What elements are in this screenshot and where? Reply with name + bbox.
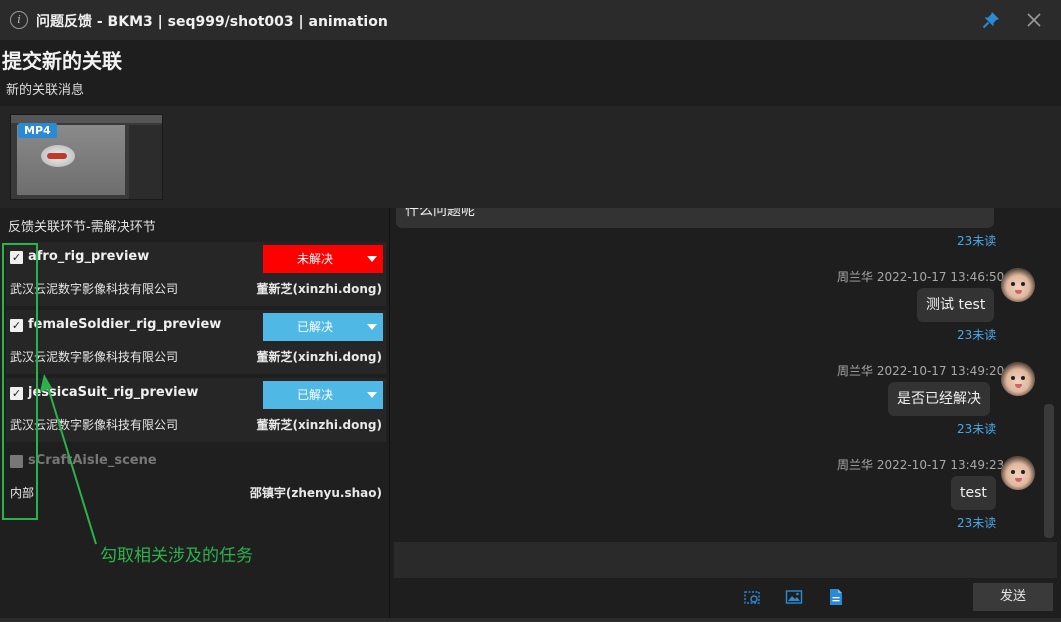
task-checkbox[interactable]: ✓ <box>10 319 23 332</box>
message-input[interactable] <box>394 542 1057 578</box>
chevron-down-icon <box>367 256 377 262</box>
chevron-down-icon <box>367 392 377 398</box>
thumbnail-sidepanel <box>129 125 162 199</box>
task-company: 武汉云泥数字影像科技有限公司 <box>10 350 179 364</box>
chat-bubble: test <box>951 476 996 510</box>
title-bar: i 问题反馈 - BKM3 | seq999/shot003 | animati… <box>0 0 1061 40</box>
message-meta: 周兰华 2022-10-17 13:46:50 <box>837 270 1005 284</box>
avatar <box>1001 456 1035 490</box>
image-icon[interactable] <box>785 588 803 606</box>
task-checkbox[interactable]: ✓ <box>10 251 23 264</box>
task-name: sCraftAisle_scene <box>28 453 157 468</box>
task-checkbox[interactable] <box>10 455 23 468</box>
window-title: 问题反馈 - BKM3 | seq999/shot003 | animation <box>36 14 388 30</box>
task-checkbox[interactable]: ✓ <box>10 387 23 400</box>
status-dropdown[interactable]: 已解决 <box>263 381 383 409</box>
unread-count[interactable]: 23未读 <box>957 326 996 343</box>
chat-bubble: 什么问题呢 <box>396 208 994 228</box>
task-assignee: 董新芝(xinzhi.dong) <box>256 350 382 364</box>
task-item: ✓ femaleSoldier_rig_preview 已解决 武汉云泥数字影像… <box>6 310 386 374</box>
task-assignee: 董新芝(xinzhi.dong) <box>256 282 382 296</box>
task-item: ✓ afro_rig_preview 未解决 武汉云泥数字影像科技有限公司 董新… <box>6 242 386 306</box>
chevron-down-icon <box>367 324 377 330</box>
avatar <box>1001 362 1035 396</box>
status-dropdown[interactable]: 未解决 <box>263 245 383 273</box>
page-title: 提交新的关联 <box>2 49 122 73</box>
file-icon[interactable] <box>827 588 845 606</box>
task-company: 武汉云泥数字影像科技有限公司 <box>10 418 179 432</box>
task-company: 内部 <box>10 486 35 500</box>
video-thumbnail[interactable]: MP4 <box>10 114 163 200</box>
task-item: sCraftAisle_scene 内部 邵镇宇(zhenyu.shao) <box>6 446 386 510</box>
unread-count[interactable]: 23未读 <box>957 232 996 249</box>
task-company: 武汉云泥数字影像科技有限公司 <box>10 282 179 296</box>
pin-icon[interactable] <box>981 10 1001 30</box>
thumbnail-object-detail <box>47 153 67 159</box>
screenshot-icon[interactable] <box>743 588 761 606</box>
thumbnail-menubar <box>11 115 162 123</box>
unread-count[interactable]: 23未读 <box>957 514 996 531</box>
status-dropdown[interactable]: 已解决 <box>263 313 383 341</box>
unread-count[interactable]: 23未读 <box>957 420 996 437</box>
annotation-text: 勾取相关涉及的任务 <box>100 546 253 566</box>
window-bottom-edge <box>0 618 1061 622</box>
status-label: 已解决 <box>296 388 333 402</box>
attachment-area: MP4 <box>0 106 1061 208</box>
chat-bubble: 是否已经解决 <box>888 382 990 416</box>
task-item: ✓ jessicaSuit_rig_preview 已解决 武汉云泥数字影像科技… <box>6 378 386 442</box>
message-meta: 周兰华 2022-10-17 13:49:20 <box>837 364 1005 378</box>
message-label: 新的关联消息 <box>6 83 85 98</box>
avatar <box>1001 268 1035 302</box>
status-label: 已解决 <box>296 320 333 334</box>
info-icon: i <box>10 11 28 29</box>
send-button[interactable]: 发送 <box>973 583 1053 611</box>
task-name: afro_rig_preview <box>28 249 150 264</box>
task-assignee: 邵镇宇(zhenyu.shao) <box>249 486 382 500</box>
chat-scrollbar[interactable] <box>1044 404 1054 538</box>
chat-bubble: 测试 test <box>917 288 995 322</box>
close-icon[interactable] <box>1024 10 1044 30</box>
task-name: jessicaSuit_rig_preview <box>28 385 199 400</box>
chat-panel: 什么问题呢 23未读 周兰华 2022-10-17 13:46:50 测试 te… <box>392 208 1061 541</box>
task-section-title: 反馈关联环节-需解决环节 <box>8 220 156 235</box>
mp4-badge: MP4 <box>18 123 57 138</box>
status-label: 未解决 <box>296 252 333 266</box>
task-assignee: 董新芝(xinzhi.dong) <box>256 418 382 432</box>
message-meta: 周兰华 2022-10-17 13:49:23 <box>837 458 1005 472</box>
task-name: femaleSoldier_rig_preview <box>28 317 222 332</box>
